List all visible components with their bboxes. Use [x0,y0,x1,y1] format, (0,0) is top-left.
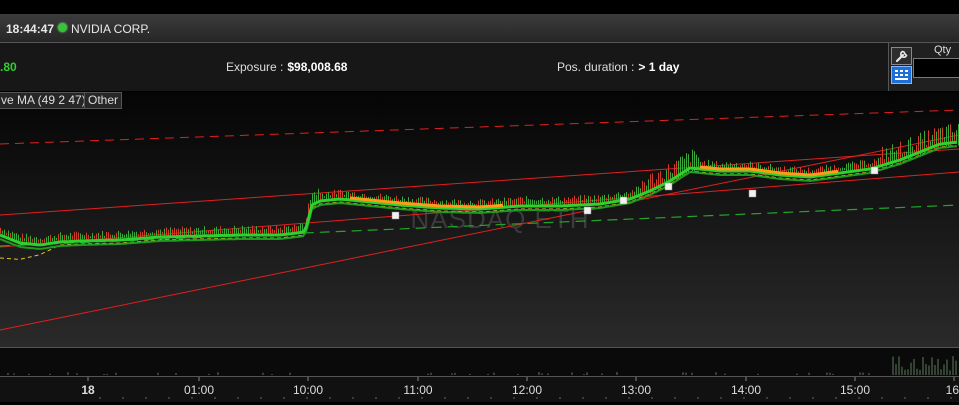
trade-marker [664,182,673,191]
exposure-value: $98,008.68 [287,60,348,74]
tab-other[interactable]: Other [84,92,123,109]
time-tick-label: 10:00 [293,383,323,397]
tab-moving-average[interactable]: ve MA (49 2 47) [0,92,90,109]
pnl-value: .80 [0,60,17,74]
time-tick-label: 11:00 [403,383,432,397]
keypad-icon[interactable] [891,66,912,84]
time-tick-label: 14:00 [731,383,761,397]
wrench-icon[interactable] [891,47,912,65]
time-tick-label: 16 [946,383,959,397]
title-bar: 18:44:47 NVIDIA CORP. [0,14,959,43]
trade-marker [391,211,400,220]
exposure-label: Exposure : [226,60,284,74]
time-axis [0,377,959,402]
time-tick-label: 13:00 [621,383,651,397]
time-tick-label: 15:00 [840,383,870,397]
time-tick-label: 01:00 [184,383,214,397]
exposure-field: Exposure : $98,008.68 [226,60,347,74]
time-tick-label: 18 [81,383,95,397]
clock-time: 18:44:47 [6,22,55,36]
volume-pane [0,348,959,376]
instrument-name: NVIDIA CORP. [71,22,151,36]
trade-marker [583,206,592,215]
wrench-icon-graphic [895,50,908,63]
trade-marker [870,166,879,175]
trade-marker [619,196,628,205]
position-duration-field: Pos. duration : > 1 day [557,60,679,74]
order-side-panel: Qty [888,43,959,91]
qty-label: Qty [934,44,952,56]
connection-status-icon [58,23,67,32]
position-duration-value: > 1 day [638,60,680,74]
position-info-bar: .80 Exposure : $98,008.68 Pos. duration :… [0,43,888,91]
qty-input[interactable] [913,58,959,78]
price-chart[interactable]: NASDAQ ETH 18 01:00 10:00 11:00 12:00 13:00 14… [0,92,959,402]
top-strip [0,0,959,14]
chart-canvas: NASDAQ ETH 18 01:00 10:00 11:00 12:00 13:00 14… [0,92,959,402]
time-tick-label: 12:00 [512,383,542,397]
trade-marker [748,189,757,198]
keypad-icon-graphic [895,70,908,80]
position-duration-label: Pos. duration : [557,60,635,74]
